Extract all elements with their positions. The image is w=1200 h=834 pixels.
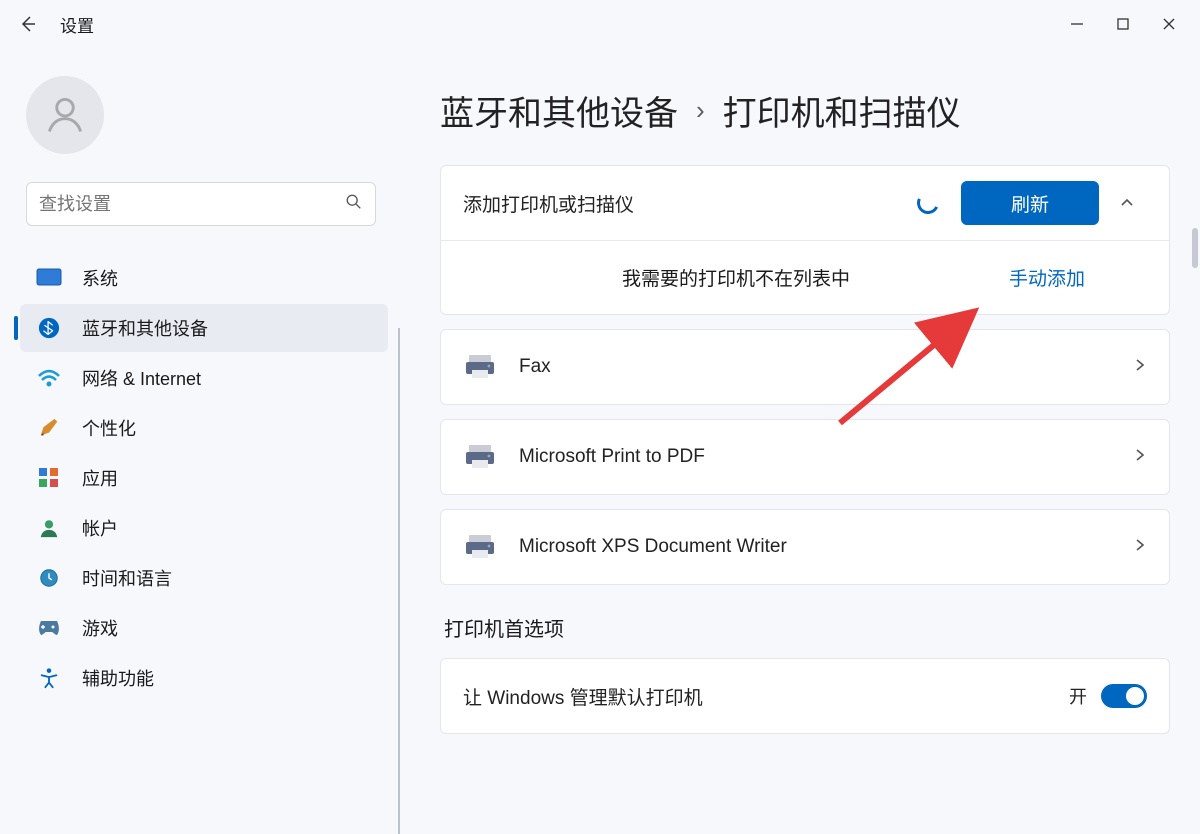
search-input[interactable]	[39, 194, 345, 215]
default-printer-label: 让 Windows 管理默认打印机	[463, 683, 1069, 710]
default-printer-card: 让 Windows 管理默认打印机 开	[440, 658, 1170, 734]
add-printer-row[interactable]: 添加打印机或扫描仪 刷新	[441, 166, 1169, 240]
window-maximize-button[interactable]	[1100, 4, 1146, 44]
device-card-print-to-pdf[interactable]: Microsoft Print to PDF	[440, 419, 1170, 495]
window-close-button[interactable]	[1146, 4, 1192, 44]
sidebar-item-label: 游戏	[82, 615, 118, 641]
device-name: Fax	[519, 356, 1133, 378]
breadcrumb-current: 打印机和扫描仪	[723, 86, 961, 135]
bluetooth-icon	[34, 313, 64, 343]
manual-add-link[interactable]: 手动添加	[1009, 264, 1085, 291]
sidebar-item-network[interactable]: 网络 & Internet	[20, 354, 388, 402]
not-listed-row: 我需要的打印机不在列表中 手动添加	[441, 240, 1169, 314]
default-printer-row[interactable]: 让 Windows 管理默认打印机 开	[441, 659, 1169, 733]
time-icon	[34, 563, 64, 593]
system-icon	[34, 263, 64, 293]
close-icon	[1162, 17, 1176, 31]
device-card-fax[interactable]: Fax	[440, 329, 1170, 405]
sidebar-nav: 系统 蓝牙和其他设备 网络 & Internet 个性化 应用 帐户	[20, 254, 388, 702]
accessibility-icon	[34, 663, 64, 693]
chevron-right-icon	[1133, 538, 1147, 557]
printer-icon	[463, 533, 497, 561]
scrollbar[interactable]	[1192, 228, 1198, 268]
chevron-up-icon[interactable]	[1107, 195, 1147, 211]
sidebar-item-label: 应用	[82, 465, 118, 491]
prefs-section-title: 打印机首选项	[444, 613, 1170, 642]
device-name: Microsoft Print to PDF	[519, 446, 1133, 468]
sidebar-item-accessibility[interactable]: 辅助功能	[20, 654, 388, 702]
sidebar-item-label: 蓝牙和其他设备	[82, 315, 208, 341]
sidebar-item-time[interactable]: 时间和语言	[20, 554, 388, 602]
sidebar-item-label: 系统	[82, 265, 118, 291]
search-input-container[interactable]	[26, 182, 376, 226]
sidebar-item-personalize[interactable]: 个性化	[20, 404, 388, 452]
maximize-icon	[1116, 17, 1130, 31]
spinner-icon	[914, 189, 942, 217]
printer-icon	[463, 443, 497, 471]
default-printer-toggle[interactable]	[1101, 684, 1147, 708]
sidebar-item-label: 辅助功能	[82, 665, 154, 691]
device-name: Microsoft XPS Document Writer	[519, 536, 1133, 558]
app-title: 设置	[60, 12, 94, 37]
window-minimize-button[interactable]	[1054, 4, 1100, 44]
add-printer-label: 添加打印机或扫描仪	[463, 190, 917, 217]
gaming-icon	[34, 613, 64, 643]
search-icon	[345, 193, 363, 216]
main-content: 蓝牙和其他设备 › 打印机和扫描仪 添加打印机或扫描仪 刷新 我需要的打印机不在…	[400, 48, 1200, 834]
sidebar-item-label: 网络 & Internet	[82, 365, 201, 391]
not-listed-label: 我需要的打印机不在列表中	[463, 264, 1009, 291]
sidebar-item-system[interactable]: 系统	[20, 254, 388, 302]
back-button[interactable]	[8, 4, 48, 44]
network-icon	[34, 363, 64, 393]
personalize-icon	[34, 413, 64, 443]
sidebar-item-apps[interactable]: 应用	[20, 454, 388, 502]
refresh-button[interactable]: 刷新	[961, 181, 1099, 225]
sidebar: 系统 蓝牙和其他设备 网络 & Internet 个性化 应用 帐户	[0, 48, 400, 834]
chevron-right-icon	[1133, 448, 1147, 467]
sidebar-item-label: 时间和语言	[82, 565, 172, 591]
sidebar-item-label: 个性化	[82, 415, 136, 441]
account-icon	[34, 513, 64, 543]
breadcrumb-parent[interactable]: 蓝牙和其他设备	[440, 86, 678, 135]
chevron-right-icon	[1133, 358, 1147, 377]
sidebar-item-bluetooth[interactable]: 蓝牙和其他设备	[20, 304, 388, 352]
device-card-xps-writer[interactable]: Microsoft XPS Document Writer	[440, 509, 1170, 585]
add-printer-card: 添加打印机或扫描仪 刷新 我需要的打印机不在列表中 手动添加	[440, 165, 1170, 315]
minimize-icon	[1070, 17, 1084, 31]
breadcrumb: 蓝牙和其他设备 › 打印机和扫描仪	[440, 86, 1170, 135]
toggle-state-text: 开	[1069, 683, 1087, 709]
sidebar-item-account[interactable]: 帐户	[20, 504, 388, 552]
user-icon	[43, 93, 87, 137]
sidebar-item-label: 帐户	[82, 515, 118, 541]
apps-icon	[34, 463, 64, 493]
chevron-right-icon: ›	[696, 95, 705, 126]
sidebar-item-gaming[interactable]: 游戏	[20, 604, 388, 652]
arrow-left-icon	[18, 14, 38, 34]
printer-icon	[463, 353, 497, 381]
avatar[interactable]	[26, 76, 104, 154]
